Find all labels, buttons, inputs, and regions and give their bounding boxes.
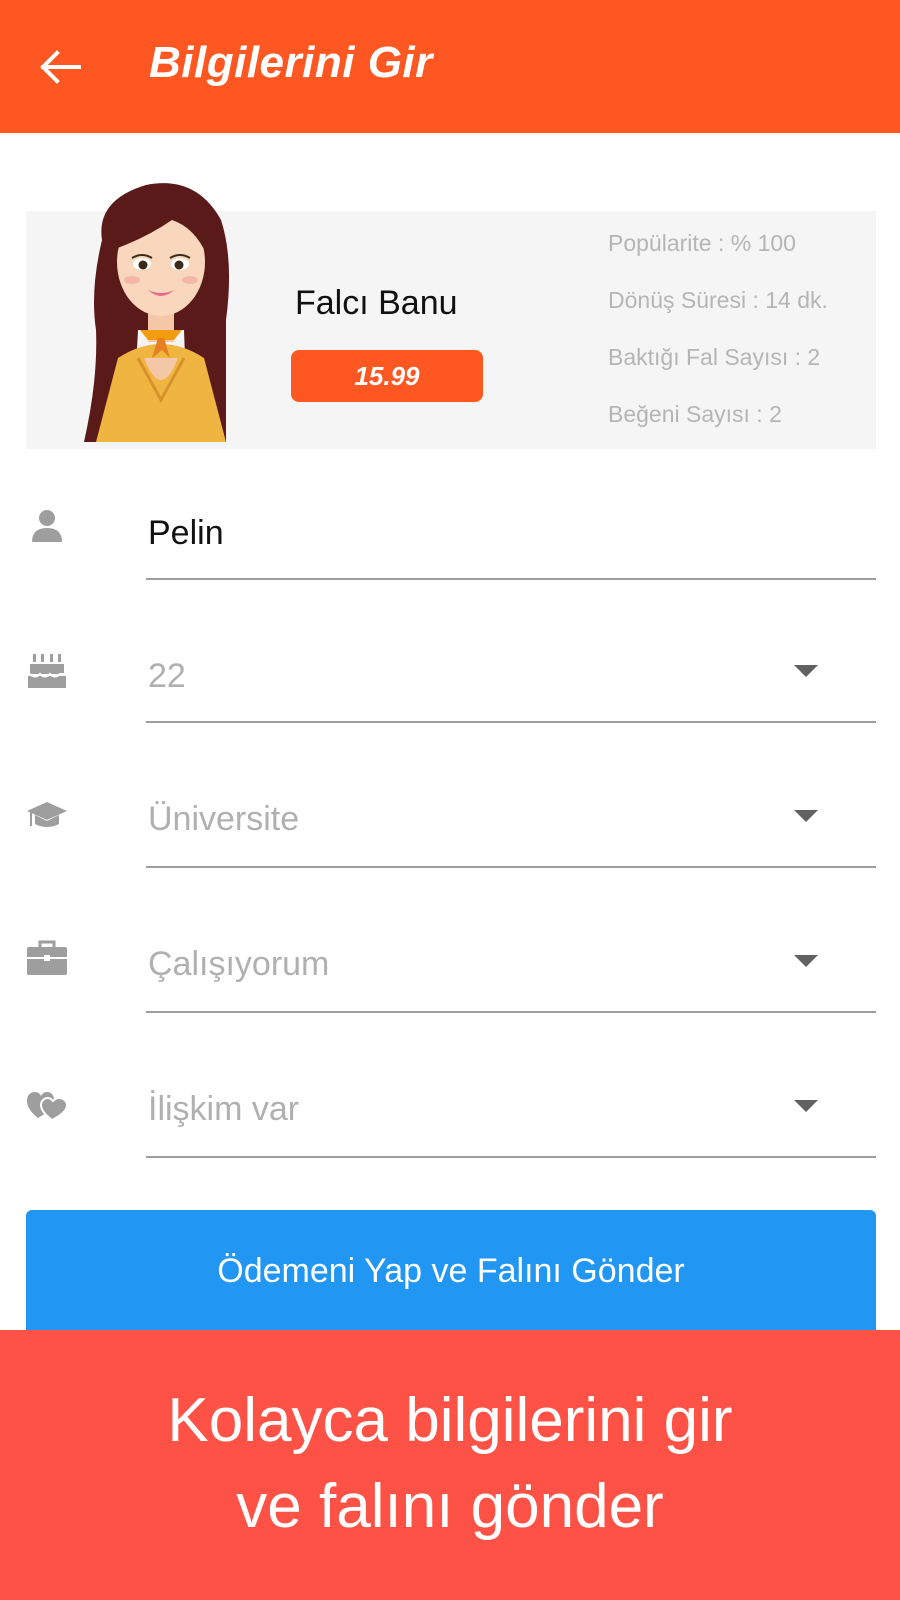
chevron-down-icon[interactable] — [794, 665, 818, 677]
name-underline — [146, 578, 876, 580]
birthday-cake-icon — [26, 649, 68, 691]
stat-response-time: Dönüş Süresi : 14 dk. — [608, 287, 828, 313]
education-underline — [146, 866, 876, 868]
fortune-teller-name: Falcı Banu — [295, 284, 458, 322]
age-field[interactable]: 22 — [0, 643, 900, 743]
person-icon — [26, 504, 68, 546]
employment-select[interactable]: Çalışıyorum — [148, 945, 329, 984]
graduation-cap-icon — [26, 794, 68, 836]
promo-line-1: Kolayca bilgilerini gir — [167, 1386, 733, 1455]
chevron-down-icon[interactable] — [794, 1100, 818, 1112]
name-input[interactable]: Pelin — [148, 514, 224, 553]
price-badge: 15.99 — [291, 350, 483, 402]
payment-submit-button[interactable]: Ödemeni Yap ve Falını Gönder — [26, 1210, 876, 1340]
stat-like-count: Beğeni Sayısı : 2 — [608, 401, 782, 427]
stat-popularity: Popülarite : % 100 — [608, 230, 796, 256]
chevron-down-icon[interactable] — [794, 955, 818, 967]
education-field[interactable]: Üniversite — [0, 788, 900, 888]
app-bar: Bilgilerini Gir — [0, 0, 900, 133]
briefcase-icon — [26, 937, 68, 979]
employment-field[interactable]: Çalışıyorum — [0, 933, 900, 1033]
education-select[interactable]: Üniversite — [148, 800, 299, 839]
name-field[interactable]: Pelin — [0, 500, 900, 600]
fortune-teller-avatar — [84, 183, 230, 442]
relationship-underline — [146, 1156, 876, 1158]
chevron-down-icon[interactable] — [794, 810, 818, 822]
promo-banner: Kolayca bilgilerini gir ve falını gönder — [0, 1330, 900, 1600]
arrow-left-icon — [40, 50, 81, 84]
back-button[interactable] — [30, 38, 88, 96]
promo-line-2: ve falını gönder — [236, 1472, 664, 1541]
age-select[interactable]: 22 — [148, 657, 186, 696]
employment-underline — [146, 1011, 876, 1013]
relationship-field[interactable]: İlişkim var — [0, 1078, 900, 1178]
stat-reading-count: Baktığı Fal Sayısı : 2 — [608, 344, 821, 370]
page-title: Bilgilerini Gir — [149, 38, 433, 87]
age-underline — [146, 721, 876, 723]
hearts-icon — [26, 1084, 68, 1126]
relationship-select[interactable]: İlişkim var — [148, 1090, 299, 1129]
